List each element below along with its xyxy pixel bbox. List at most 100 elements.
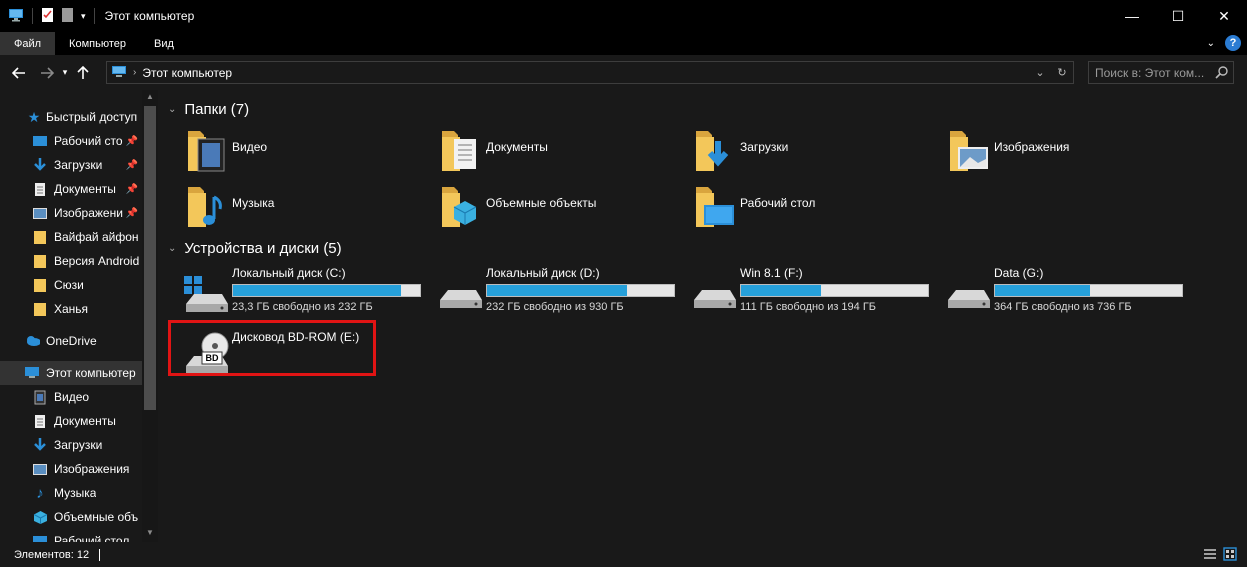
folder-tile-downloads[interactable]: Загрузки — [668, 127, 918, 177]
documents-folder-icon — [442, 131, 476, 171]
folder-icon — [32, 229, 48, 245]
item-count: Элементов: 12 — [14, 548, 90, 561]
tab-file[interactable]: Файл — [0, 32, 56, 55]
video-folder-icon — [188, 131, 225, 172]
folder-tile-documents[interactable]: Документы — [414, 127, 664, 177]
address-bar[interactable]: › Этот компьютер ⌄ ↻ — [106, 61, 1074, 84]
sidebar-item-downloads[interactable]: Загрузки — [0, 433, 142, 457]
scroll-up-icon[interactable]: ▲ — [142, 92, 158, 106]
sidebar-item-documents[interactable]: Документы 📌 — [0, 177, 142, 201]
pictures-icon — [32, 205, 48, 221]
title-bar: ▾ Этот компьютер — ☐ ✕ — [0, 0, 1247, 32]
search-input[interactable] — [1095, 65, 1210, 80]
large-icons-view-icon[interactable] — [1223, 547, 1237, 564]
scroll-down-icon[interactable]: ▼ — [142, 528, 158, 542]
drive-tile-f[interactable]: Win 8.1 (F:) 111 ГБ свободно из 194 ГБ — [668, 266, 929, 316]
pin-icon: 📌 — [125, 183, 138, 195]
sidebar-item-documents[interactable]: Документы — [0, 409, 142, 433]
folder-tile-pictures[interactable]: Изображения — [922, 127, 1172, 177]
folders-group-header[interactable]: ⌄ Папки (7) — [168, 99, 249, 119]
video-icon — [32, 389, 48, 405]
drive-usage-bar — [994, 284, 1183, 297]
drive-usage-fill — [487, 285, 628, 296]
search-icon[interactable] — [1215, 66, 1228, 82]
drive-usage-bar — [740, 284, 929, 297]
sidebar-item-downloads[interactable]: Загрузки 📌 — [0, 153, 142, 177]
folder-icon — [32, 277, 48, 293]
windows-drive-icon — [184, 276, 228, 312]
window-controls: — ☐ ✕ — [1109, 0, 1247, 32]
pin-icon: 📌 — [125, 159, 138, 171]
sidebar-item-desktop[interactable]: Рабочий стол — [0, 529, 142, 542]
divider — [93, 8, 95, 24]
maximize-button[interactable]: ☐ — [1155, 0, 1201, 32]
content-pane: ⌄ Папки (7) Видео Документы Загрузки Изо… — [160, 90, 1247, 542]
drive-tile-d[interactable]: Локальный диск (D:) 232 ГБ свободно из 9… — [414, 266, 675, 316]
collapse-chevron-icon[interactable]: ⌄ — [168, 243, 176, 254]
computer-icon[interactable] — [8, 8, 24, 25]
drive-tile-c[interactable]: Локальный диск (C:) 23,3 ГБ свободно из … — [160, 266, 421, 316]
sidebar-item-folder[interactable]: Версия Android — [0, 249, 142, 273]
forward-button[interactable] — [36, 62, 58, 84]
sidebar-item-3d-objects[interactable]: Объемные объ — [0, 505, 142, 529]
sidebar-item-folder[interactable]: Вайфай айфон — [0, 225, 142, 249]
drive-usage-bar — [232, 284, 421, 297]
desktop-icon — [32, 133, 48, 149]
3d-objects-icon — [32, 509, 48, 525]
sidebar-item-pictures[interactable]: Изображения — [0, 457, 142, 481]
documents-icon — [32, 181, 48, 197]
computer-icon — [111, 65, 127, 81]
close-button[interactable]: ✕ — [1201, 0, 1247, 32]
properties-icon[interactable] — [41, 7, 55, 26]
computer-icon — [24, 365, 40, 381]
sidebar-item-folder[interactable]: Сюзи — [0, 273, 142, 297]
tab-computer[interactable]: Компьютер — [55, 32, 140, 55]
details-view-icon[interactable] — [1203, 547, 1217, 564]
window-title: Этот компьютер — [104, 9, 195, 23]
customize-toolbar-icon[interactable]: ▾ — [81, 11, 86, 22]
drive-tile-g[interactable]: Data (G:) 364 ГБ свободно из 736 ГБ — [922, 266, 1183, 316]
desktop-folder-icon — [696, 187, 734, 227]
highlight-frame — [168, 320, 376, 376]
sidebar-item-onedrive[interactable]: OneDrive — [0, 329, 142, 353]
recent-locations-icon[interactable]: ▾ — [58, 62, 72, 84]
sidebar-item-quick-access[interactable]: ★ Быстрый доступ — [0, 105, 142, 129]
collapse-chevron-icon[interactable]: ⌄ — [168, 104, 176, 115]
refresh-icon[interactable]: ↻ — [1051, 66, 1073, 79]
star-icon: ★ — [27, 108, 41, 125]
sidebar-scroll-thumb[interactable] — [144, 106, 156, 410]
sidebar-item-music[interactable]: ♪ Музыка — [0, 481, 142, 505]
ribbon-tabs: Файл Компьютер Вид ⌄ ? — [0, 32, 1247, 55]
hard-drive-icon — [948, 290, 990, 308]
help-icon[interactable]: ? — [1225, 35, 1241, 51]
downloads-folder-icon — [696, 131, 729, 171]
sidebar-item-folder[interactable]: Ханья — [0, 297, 142, 321]
folder-tile-3d-objects[interactable]: Объемные объекты — [414, 183, 664, 233]
address-dropdown-icon[interactable]: ⌄ — [1029, 66, 1051, 79]
sidebar-item-pictures[interactable]: Изображени 📌 — [0, 201, 142, 225]
folder-icon — [32, 301, 48, 317]
expand-ribbon-icon[interactable]: ⌄ — [1207, 38, 1215, 49]
folder-tile-video[interactable]: Видео — [160, 127, 410, 177]
folder-tile-desktop[interactable]: Рабочий стол — [668, 183, 918, 233]
sidebar-item-video[interactable]: Видео — [0, 385, 142, 409]
navigation-pane: ★ Быстрый доступ Рабочий сто 📌 Загрузки … — [0, 90, 158, 542]
tab-view[interactable]: Вид — [140, 32, 188, 55]
sidebar-item-desktop[interactable]: Рабочий сто 📌 — [0, 129, 142, 153]
search-box[interactable] — [1088, 61, 1234, 84]
view-switcher — [1203, 547, 1237, 564]
3d-objects-folder-icon — [442, 187, 477, 227]
hard-drive-icon — [694, 290, 736, 308]
downloads-icon — [32, 157, 48, 173]
breadcrumb-chevron-icon[interactable]: › — [133, 67, 136, 78]
devices-group-header[interactable]: ⌄ Устройства и диски (5) — [168, 238, 342, 258]
back-button[interactable] — [8, 62, 30, 84]
minimize-button[interactable]: — — [1109, 0, 1155, 32]
drive-usage-fill — [741, 285, 822, 296]
new-folder-icon[interactable] — [61, 7, 75, 26]
ribbon-right: ⌄ ? — [1207, 35, 1241, 51]
folder-tile-music[interactable]: Музыка — [160, 183, 410, 233]
drive-usage-fill — [995, 285, 1091, 296]
up-button[interactable] — [72, 62, 94, 84]
sidebar-item-this-pc[interactable]: Этот компьютер — [0, 361, 142, 385]
